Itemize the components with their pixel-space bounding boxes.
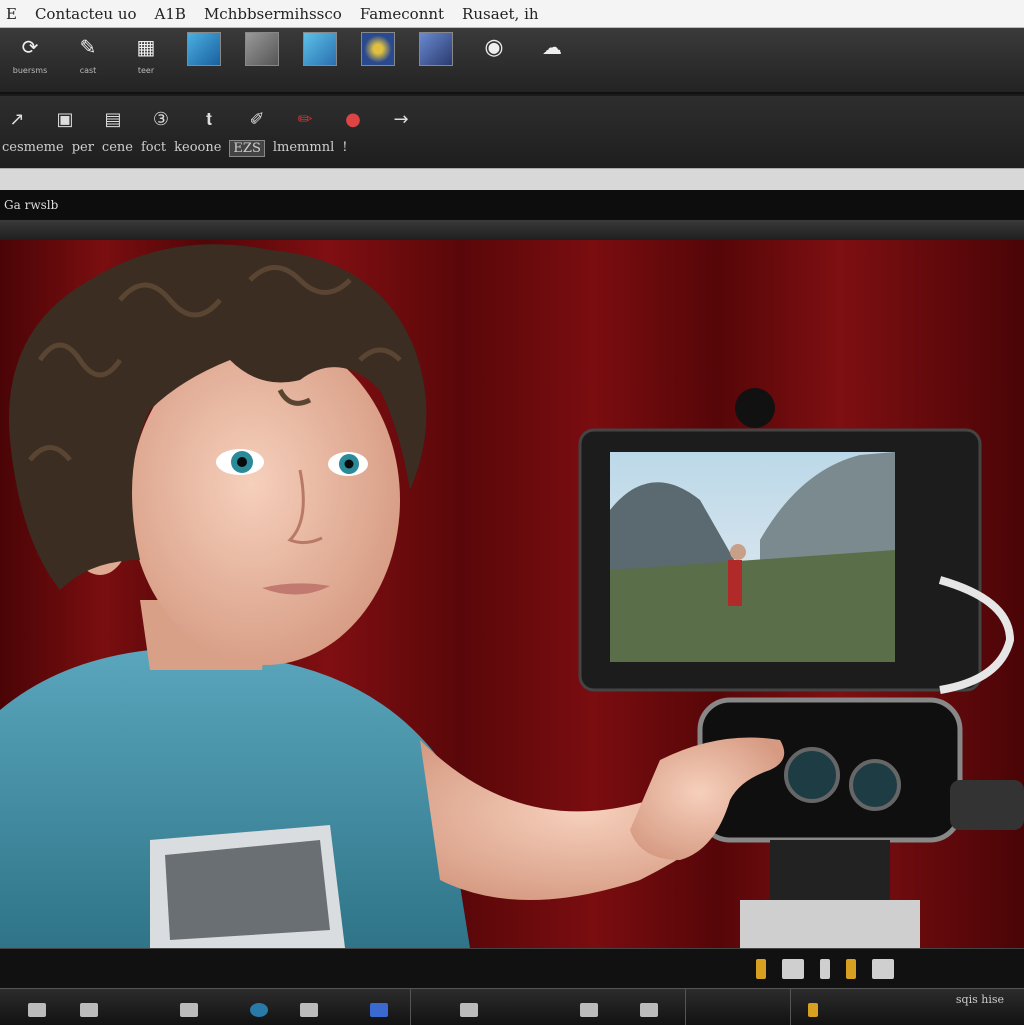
number-icon[interactable]: ③	[144, 106, 178, 132]
toolbar-label[interactable]: !	[342, 140, 347, 157]
status-bar	[0, 948, 1024, 989]
menu-item[interactable]: Rusaet, ih	[462, 5, 539, 23]
menu-item[interactable]: E	[6, 5, 17, 23]
render-viewport[interactable]	[0, 240, 1024, 948]
panel-title: Ga rwslb	[4, 198, 59, 212]
frame-icon[interactable]	[640, 1003, 658, 1017]
toolbar-button[interactable]	[414, 32, 458, 66]
menu-item[interactable]: Mchbbsermihssco	[204, 5, 342, 23]
circle-icon: ◉	[484, 34, 504, 60]
cloud-icon: ☁	[542, 35, 562, 59]
camera-lens	[849, 759, 901, 811]
toolbar-button[interactable]: ▦ teer	[124, 32, 168, 75]
toolbar-button[interactable]: ✎ cast	[66, 32, 110, 75]
toolbar-button[interactable]	[240, 32, 284, 66]
grid-icon[interactable]: ▣	[48, 106, 82, 132]
toolbar-label[interactable]: cene	[102, 140, 133, 157]
toolbar-label[interactable]: per	[72, 140, 94, 157]
toolbar-label[interactable]: foct	[141, 140, 166, 157]
scene-render	[0, 240, 1024, 948]
lock-icon[interactable]	[846, 959, 856, 979]
grid-icon: ▦	[136, 35, 156, 59]
refresh-icon: ⟳	[21, 35, 39, 59]
toolbar-label[interactable]: lmemmnl	[273, 140, 334, 157]
frame-icon[interactable]	[580, 1003, 598, 1017]
toolbar-label[interactable]: keoone	[174, 140, 221, 157]
timeline-bar: sqis hise	[0, 988, 1024, 1025]
image-icon[interactable]	[872, 959, 894, 979]
toolbar-button[interactable]: ◉	[472, 32, 516, 62]
toolbar-separator	[0, 168, 1024, 191]
arrow-icon[interactable]: →	[384, 106, 418, 132]
image-icon	[419, 32, 453, 66]
lock-icon[interactable]	[808, 1003, 818, 1017]
timeline-label: sqis hise	[955, 993, 1004, 1006]
toolbar-button[interactable]	[298, 32, 342, 66]
main-toolbar: ⟳ buersms ✎ cast ▦ teer ◉ ☁	[0, 28, 1024, 94]
secondary-toolbar: ↗ ▣ ▤ ③ 𝐭 ✐ ✏ ● → cesmeme per cene foct …	[0, 96, 1024, 169]
image-icon[interactable]	[782, 959, 804, 979]
image-icon	[361, 32, 395, 66]
pen-icon[interactable]: ✏	[288, 106, 322, 132]
camera-lens	[784, 747, 840, 803]
image-icon	[245, 32, 279, 66]
lock-icon[interactable]	[756, 959, 766, 979]
menu-item[interactable]: Fameconnt	[360, 5, 444, 23]
image-icon	[187, 32, 221, 66]
toolbar-button[interactable]	[182, 32, 226, 66]
toolbar-button[interactable]: ⟳ buersms	[8, 32, 52, 75]
frame-icon[interactable]	[370, 1003, 388, 1017]
brush-icon[interactable]: ✐	[240, 106, 274, 132]
grid-icon[interactable]: ▤	[96, 106, 130, 132]
toolbar-button[interactable]: ☁	[530, 32, 574, 62]
toolbar-button-label: cast	[79, 66, 97, 75]
panel-header: Ga rwslb	[0, 190, 1024, 220]
panel-subheader	[0, 220, 1024, 240]
toolbar-button-label: teer	[137, 66, 155, 75]
frame-icon[interactable]	[180, 1003, 198, 1017]
play-icon[interactable]	[28, 1003, 46, 1017]
toolbar-label[interactable]: EZS	[229, 140, 265, 157]
frame-icon[interactable]	[80, 1003, 98, 1017]
frame-icon[interactable]	[460, 1003, 478, 1017]
edit-icon: ✎	[79, 35, 97, 59]
menu-item[interactable]: Contacteu uo	[35, 5, 137, 23]
menu-bar: E Contacteu uo A1B Mchbbsermihssco Famec…	[0, 0, 1024, 28]
tripod-base	[740, 900, 920, 948]
text-icon[interactable]: 𝐭	[192, 106, 226, 132]
file-icon[interactable]	[820, 959, 830, 979]
frame-icon[interactable]	[300, 1003, 318, 1017]
toolbar-label[interactable]: cesmeme	[2, 140, 64, 157]
apple-icon[interactable]: ●	[336, 106, 370, 132]
camera-mic	[735, 388, 775, 428]
menu-item[interactable]: A1B	[155, 5, 186, 23]
toolbar-button[interactable]	[356, 32, 400, 66]
cursor-icon[interactable]: ↗	[0, 106, 34, 132]
globe-icon[interactable]	[250, 1003, 268, 1017]
image-icon	[303, 32, 337, 66]
toolbar-button-label: buersms	[12, 66, 48, 75]
